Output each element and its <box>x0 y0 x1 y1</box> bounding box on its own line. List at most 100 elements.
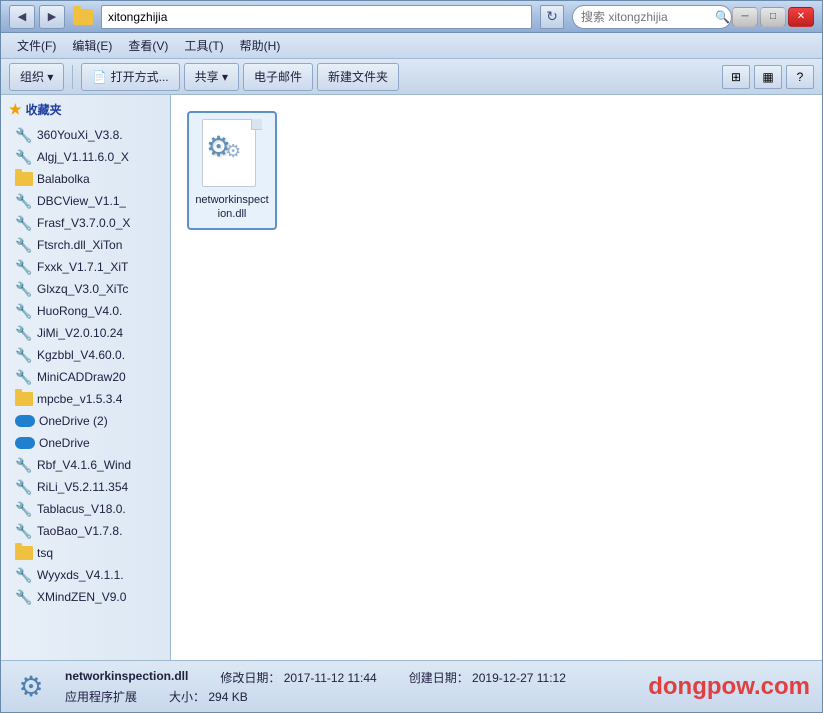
search-bar[interactable]: 🔍 <box>572 5 732 29</box>
help-button[interactable]: ? <box>786 65 814 89</box>
file-item-networkinspection[interactable]: ⚙ ⚙ networkinspection.dll <box>187 111 277 230</box>
content-area: ★ 收藏夹 🔧 360YouXi_V3.8. 🔧 Algj_V1.11.6.0_… <box>1 95 822 660</box>
toolbar: 组织 ▾ 📄 打开方式... 共享 ▾ 电子邮件 新建文件夹 ⊞ ▦ ? <box>1 59 822 95</box>
dll-icon: 🔧 <box>15 478 33 496</box>
sidebar-item-label: Fxxk_V1.7.1_XiT <box>37 260 128 274</box>
forward-button[interactable]: ▶ <box>39 5 65 29</box>
status-size-label: 大小： <box>169 690 205 704</box>
sidebar-item-dbcview[interactable]: 🔧 DBCView_V1.1_ <box>1 190 170 212</box>
sidebar[interactable]: ★ 收藏夹 🔧 360YouXi_V3.8. 🔧 Algj_V1.11.6.0_… <box>1 95 171 660</box>
menu-view[interactable]: 查看(V) <box>120 35 176 56</box>
sidebar-item-label: Rbf_V4.1.6_Wind <box>37 458 131 472</box>
sidebar-item-jimi[interactable]: 🔧 JiMi_V2.0.10.24 <box>1 322 170 344</box>
sidebar-item-tablacus[interactable]: 🔧 Tablacus_V18.0. <box>1 498 170 520</box>
sidebar-item-tsq[interactable]: tsq <box>1 542 170 564</box>
sidebar-item-label: Frasf_V3.7.0.0_X <box>37 216 130 230</box>
sidebar-item-xmindzen[interactable]: 🔧 XMindZEN_V9.0 <box>1 586 170 608</box>
sidebar-item-label: JiMi_V2.0.10.24 <box>37 326 123 340</box>
refresh-button[interactable]: ↻ <box>540 5 564 29</box>
sidebar-item-balabolka[interactable]: Balabolka <box>1 168 170 190</box>
sidebar-item-onedrive2[interactable]: OneDrive (2) <box>1 410 170 432</box>
address-text: xitongzhijia <box>108 10 167 24</box>
new-folder-button[interactable]: 新建文件夹 <box>317 63 399 91</box>
search-input[interactable] <box>581 10 711 24</box>
view-button-2[interactable]: ▦ <box>754 65 782 89</box>
sidebar-item-rili[interactable]: 🔧 RiLi_V5.2.11.354 <box>1 476 170 498</box>
dll-icon: 🔧 <box>15 302 33 320</box>
organize-button[interactable]: 组织 ▾ <box>9 63 64 91</box>
sidebar-item-label: HuoRong_V4.0. <box>37 304 122 318</box>
gear-container: ⚙ ⚙ <box>206 131 241 162</box>
toolbar-right: ⊞ ▦ ? <box>722 65 814 89</box>
minimize-button[interactable]: ─ <box>732 7 758 27</box>
status-type: 应用程序扩展 <box>65 688 137 705</box>
menu-help[interactable]: 帮助(H) <box>232 35 289 56</box>
sidebar-item-huorong[interactable]: 🔧 HuoRong_V4.0. <box>1 300 170 322</box>
file-area: ⚙ ⚙ networkinspection.dll <box>171 95 822 660</box>
sidebar-section-label: 收藏夹 <box>26 101 62 118</box>
sidebar-item-fxxk[interactable]: 🔧 Fxxk_V1.7.1_XiT <box>1 256 170 278</box>
menu-file[interactable]: 文件(F) <box>9 35 64 56</box>
sidebar-item-kgzbbl[interactable]: 🔧 Kgzbbl_V4.60.0. <box>1 344 170 366</box>
dll-icon: 🔧 <box>15 500 33 518</box>
star-icon: ★ <box>9 101 22 118</box>
sidebar-item-label: DBCView_V1.1_ <box>37 194 126 208</box>
menu-edit[interactable]: 编辑(E) <box>64 35 120 56</box>
sidebar-item-algj[interactable]: 🔧 Algj_V1.11.6.0_X <box>1 146 170 168</box>
folder-icon <box>15 392 33 406</box>
open-button[interactable]: 📄 打开方式... <box>81 63 179 91</box>
dll-file-icon: ⚙ ⚙ <box>202 119 262 189</box>
sidebar-item-label: Wyyxds_V4.1.1. <box>37 568 124 582</box>
sidebar-item-wyyxds[interactable]: 🔧 Wyyxds_V4.1.1. <box>1 564 170 586</box>
dll-icon: 🔧 <box>15 456 33 474</box>
status-created: 创建日期： 2019-12-27 11:12 <box>409 669 566 686</box>
dll-icon: 🔧 <box>15 280 33 298</box>
sidebar-item-label: Ftsrch.dll_XiTon <box>37 238 122 252</box>
status-details: networkinspection.dll 修改日期： 2017-11-12 1… <box>65 669 632 705</box>
sidebar-item-onedrive[interactable]: OneDrive <box>1 432 170 454</box>
status-file-icon: ⚙ <box>13 669 49 705</box>
sidebar-section-favorites: ★ 收藏夹 <box>1 95 170 124</box>
sidebar-item-glxzq[interactable]: 🔧 Glxzq_V3.0_XiTc <box>1 278 170 300</box>
sidebar-item-ftsrch[interactable]: 🔧 Ftsrch.dll_XiTon <box>1 234 170 256</box>
dll-icon: 🔧 <box>15 324 33 342</box>
sidebar-item-label: tsq <box>37 546 53 560</box>
window: ◀ ▶ xitongzhijia ↻ 🔍 ─ □ ✕ 文件(F) 编辑(E) 查… <box>0 0 823 713</box>
view-button-1[interactable]: ⊞ <box>722 65 750 89</box>
sidebar-item-label: Tablacus_V18.0. <box>37 502 126 516</box>
sidebar-item-minicad[interactable]: 🔧 MiniCADDraw20 <box>1 366 170 388</box>
gear-small-icon: ⚙ <box>225 141 241 162</box>
email-button[interactable]: 电子邮件 <box>243 63 313 91</box>
sidebar-item-label: Kgzbbl_V4.60.0. <box>37 348 125 362</box>
dll-icon: 🔧 <box>15 126 33 144</box>
window-controls: ─ □ ✕ <box>732 7 814 27</box>
file-label: networkinspection.dll <box>195 193 269 222</box>
onedrive-icon <box>15 437 35 449</box>
close-button[interactable]: ✕ <box>788 7 814 27</box>
search-icon: 🔍 <box>715 10 730 24</box>
sidebar-item-mpcbe[interactable]: mpcbe_v1.5.3.4 <box>1 388 170 410</box>
address-bar[interactable]: xitongzhijia <box>101 5 532 29</box>
status-gear-icon: ⚙ <box>18 670 43 703</box>
sidebar-item-360youxi[interactable]: 🔧 360YouXi_V3.8. <box>1 124 170 146</box>
sidebar-item-label: MiniCADDraw20 <box>37 370 126 384</box>
sidebar-item-frasf[interactable]: 🔧 Frasf_V3.7.0.0_X <box>1 212 170 234</box>
sidebar-item-rbf[interactable]: 🔧 Rbf_V4.1.6_Wind <box>1 454 170 476</box>
sidebar-item-label: Balabolka <box>37 172 90 186</box>
status-modified: 修改日期： 2017-11-12 11:44 <box>220 669 376 686</box>
title-bar: ◀ ▶ xitongzhijia ↻ 🔍 ─ □ ✕ <box>1 1 822 33</box>
menu-tools[interactable]: 工具(T) <box>176 35 231 56</box>
maximize-button[interactable]: □ <box>760 7 786 27</box>
dll-icon: 🔧 <box>15 236 33 254</box>
status-size-value: 294 KB <box>208 690 247 704</box>
folder-icon <box>73 9 93 25</box>
sidebar-item-label: TaoBao_V1.7.8. <box>37 524 122 538</box>
share-button[interactable]: 共享 ▾ <box>184 63 239 91</box>
sidebar-item-label: mpcbe_v1.5.3.4 <box>37 392 122 406</box>
sidebar-item-taobao[interactable]: 🔧 TaoBao_V1.7.8. <box>1 520 170 542</box>
dll-icon: 🔧 <box>15 522 33 540</box>
status-size: 大小： 294 KB <box>169 688 248 705</box>
back-button[interactable]: ◀ <box>9 5 35 29</box>
dll-icon: 🔧 <box>15 368 33 386</box>
dll-icon: 🔧 <box>15 192 33 210</box>
